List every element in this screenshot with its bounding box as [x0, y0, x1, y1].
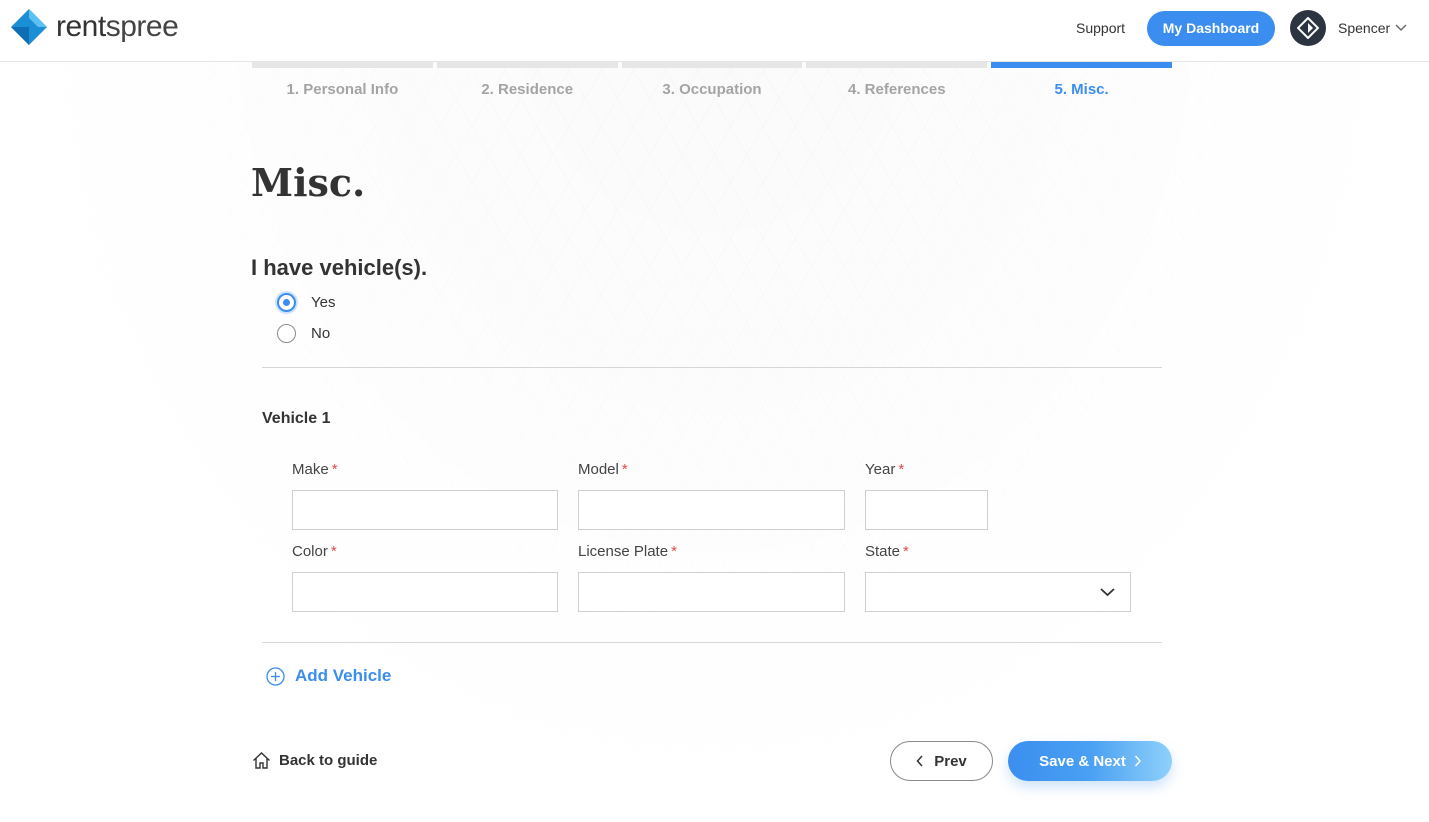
- support-link[interactable]: Support: [1076, 20, 1125, 36]
- radio-dot: [283, 299, 290, 306]
- top-header: rentspree Support My Dashboard Spencer: [0, 0, 1429, 62]
- radio-button[interactable]: [277, 324, 296, 343]
- model-label: Model *: [578, 461, 628, 478]
- radio-no[interactable]: No: [277, 324, 330, 343]
- chevron-down-icon[interactable]: [1100, 587, 1115, 597]
- color-label: Color *: [292, 543, 337, 560]
- plus-circle-icon: [266, 666, 285, 686]
- step-label: 4. References: [848, 81, 946, 98]
- my-dashboard-button[interactable]: My Dashboard: [1147, 11, 1275, 46]
- step-personal-info[interactable]: 1. Personal Info: [252, 62, 433, 102]
- page-title: Misc.: [251, 160, 366, 205]
- radio-label-no[interactable]: No: [311, 325, 330, 342]
- vehicle-question: I have vehicle(s).: [251, 255, 428, 280]
- chevron-left-icon: [916, 755, 923, 767]
- radio-label-yes[interactable]: Yes: [311, 294, 335, 311]
- progress-steps: 1. Personal Info 2. Residence 3. Occupat…: [252, 62, 1172, 102]
- step-references[interactable]: 4. References: [806, 62, 988, 102]
- make-input[interactable]: [292, 490, 558, 530]
- chevron-down-icon[interactable]: [1395, 21, 1407, 33]
- color-input[interactable]: [292, 572, 558, 612]
- step-label: 2. Residence: [481, 81, 574, 98]
- step-bar: [252, 62, 433, 68]
- rentspree-logo[interactable]: rentspree: [10, 8, 179, 46]
- step-bar: [806, 62, 988, 68]
- step-label: 1. Personal Info: [286, 81, 399, 98]
- user-name[interactable]: Spencer: [1338, 20, 1390, 36]
- add-vehicle-label: Add Vehicle: [295, 666, 392, 685]
- model-input[interactable]: [578, 490, 845, 530]
- step-bar: [991, 62, 1172, 68]
- divider: [262, 642, 1162, 643]
- prev-label: Prev: [934, 752, 967, 770]
- state-select[interactable]: [865, 572, 1131, 612]
- divider: [262, 367, 1162, 368]
- state-label: State *: [865, 543, 909, 560]
- radio-yes[interactable]: Yes: [277, 293, 335, 312]
- rentspree-logo-icon: [11, 9, 47, 45]
- step-residence[interactable]: 2. Residence: [436, 62, 618, 102]
- user-avatar-icon: [1297, 17, 1319, 39]
- license-plate-label: License Plate *: [578, 543, 677, 560]
- step-label: 3. Occupation: [662, 81, 762, 98]
- year-label: Year *: [865, 461, 905, 478]
- step-bar: [436, 62, 618, 68]
- home-icon: [253, 752, 270, 769]
- step-occupation[interactable]: 3. Occupation: [621, 62, 803, 102]
- year-input[interactable]: [865, 490, 988, 530]
- save-and-next-button[interactable]: Save & Next: [1008, 741, 1172, 781]
- avatar[interactable]: [1290, 10, 1326, 46]
- chevron-right-icon: [1134, 755, 1141, 767]
- make-label: Make *: [292, 461, 338, 478]
- step-label: 5. Misc.: [1054, 81, 1109, 98]
- step-misc[interactable]: 5. Misc.: [991, 62, 1172, 102]
- logo-wordmark: rentspree: [56, 10, 179, 43]
- prev-button[interactable]: Prev: [890, 741, 993, 781]
- license-plate-input[interactable]: [578, 572, 845, 612]
- step-bar: [621, 62, 803, 68]
- add-vehicle-button[interactable]: Add Vehicle: [266, 666, 391, 686]
- save-and-next-label: Save & Next: [1039, 752, 1126, 770]
- back-to-guide-link[interactable]: Back to guide: [252, 751, 377, 770]
- radio-button-checked[interactable]: [277, 293, 296, 312]
- back-to-guide-label: Back to guide: [279, 752, 378, 769]
- vehicle-title: Vehicle 1: [262, 410, 331, 427]
